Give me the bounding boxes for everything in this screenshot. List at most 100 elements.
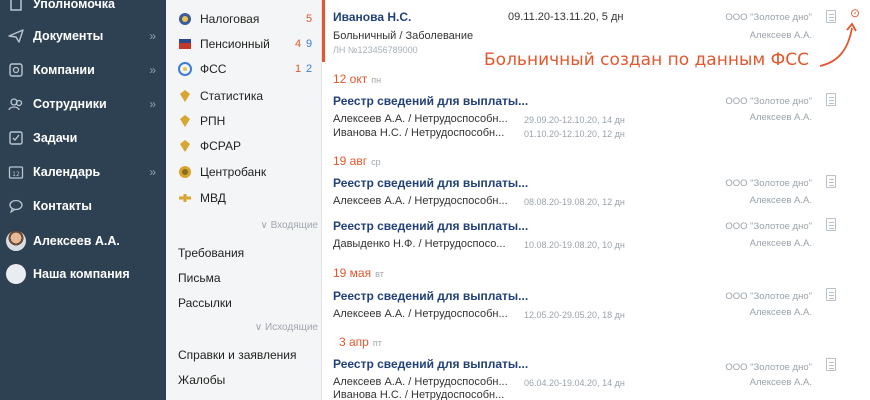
- entry-line: Алексеев А.А. / Нетрудоспособн...: [333, 308, 508, 320]
- sidebar-item-label: Сотрудники: [33, 97, 107, 111]
- section-label: Входящие: [270, 220, 318, 231]
- responsible-person: Алексеев А.А.: [749, 307, 812, 318]
- date-header: 3 апр пт: [339, 335, 382, 349]
- weekday-label: пт: [372, 338, 382, 348]
- document-list: Иванова Н.С. 09.11.20-13.11.20, 5 дн Бол…: [322, 0, 870, 400]
- date-label: 19 авг: [333, 154, 368, 168]
- entry-period: 08.08.20-19.08.20, 12 дн: [524, 197, 625, 207]
- sidebar-item-calendar[interactable]: 12 Календарь »: [0, 160, 166, 184]
- responsible-person: Алексеев А.А.: [749, 112, 812, 123]
- org-item-centrobank[interactable]: Центробанк: [178, 162, 318, 182]
- total-count: 9: [306, 38, 313, 50]
- org-label: Пенсионный: [200, 37, 270, 51]
- entry-period: 29.09.20-12.10.20, 14 дн: [524, 115, 625, 125]
- unread-count: 1: [295, 63, 302, 75]
- chevron-right-icon[interactable]: »: [149, 165, 156, 179]
- unread-count: 5: [306, 13, 313, 25]
- rpn-emblem-icon: [178, 114, 192, 128]
- link-letters[interactable]: Письма: [178, 271, 221, 285]
- sidebar-item-label: Контакты: [33, 199, 92, 213]
- entry-line: Давыденко Н.Ф. / Нетрудоспосо...: [333, 238, 506, 250]
- entry-line: Алексеев А.А. / Нетрудоспособн...: [333, 195, 508, 207]
- document-icon[interactable]: [826, 218, 836, 231]
- sidebar-item-contacts[interactable]: Контакты: [0, 194, 166, 218]
- sidebar-item-label: Календарь: [33, 165, 101, 179]
- company-avatar: [6, 264, 26, 284]
- annotation-arrow-icon: [819, 22, 857, 67]
- unread-count: 4: [295, 38, 302, 50]
- entry-period: 01.10.20-12.10.20, 12 дн: [524, 129, 625, 139]
- company-name: ООО "Золотое дно": [725, 96, 812, 107]
- company-name: ООО "Золотое дно": [725, 291, 812, 302]
- sidebar-item-user[interactable]: Алексеев А.А.: [0, 229, 166, 253]
- weekday-label: пн: [371, 75, 382, 85]
- date-label: 3 апр: [339, 335, 369, 349]
- svg-text:12: 12: [12, 171, 20, 178]
- document-icon[interactable]: [826, 358, 836, 371]
- chevron-right-icon[interactable]: »: [149, 29, 156, 43]
- company-name: ООО "Золотое дно": [725, 12, 812, 23]
- org-item-mvd[interactable]: МВД: [178, 188, 318, 208]
- calendar-icon: 12: [7, 163, 25, 181]
- people-icon: [7, 95, 25, 113]
- chevron-right-icon[interactable]: »: [149, 97, 156, 111]
- org-label: РПН: [200, 114, 226, 128]
- entry-title[interactable]: Реестр сведений для выплаты...: [333, 176, 528, 190]
- sidebar-item-our-company[interactable]: Наша компания: [0, 262, 166, 286]
- pension-emblem-icon: [178, 37, 192, 51]
- sidebar-item-companies[interactable]: Компании »: [0, 58, 166, 82]
- sidebar-item-tasks[interactable]: Задачи: [0, 126, 166, 150]
- org-item-tax[interactable]: Налоговая 5: [178, 9, 318, 29]
- entry-title[interactable]: Реестр сведений для выплаты...: [333, 219, 528, 233]
- org-item-rpn[interactable]: РПН: [178, 111, 318, 131]
- section-toggle-incoming[interactable]: ∨ Входящие: [226, 220, 318, 231]
- annotation-callout: Больничный создан по данным ФСС: [484, 50, 809, 70]
- org-label: ФСРАР: [200, 139, 241, 153]
- chat-icon: [7, 197, 25, 215]
- document-icon[interactable]: [826, 93, 836, 106]
- document-icon[interactable]: [826, 175, 836, 188]
- employee-name[interactable]: Иванова Н.С.: [333, 10, 411, 24]
- responsible-person: Алексеев А.А.: [749, 377, 812, 388]
- section-toggle-outgoing[interactable]: ∨ Исходящие: [226, 322, 318, 333]
- sidebar-item-power-of-attorney[interactable]: Уполномочка: [0, 0, 166, 16]
- company-name: ООО "Золотое дно": [725, 178, 812, 189]
- responsible-person: Алексеев А.А.: [749, 195, 812, 206]
- weekday-label: вт: [375, 269, 384, 279]
- company-icon: [7, 61, 25, 79]
- org-item-pension[interactable]: Пенсионный 4 9: [178, 34, 318, 54]
- weekday-label: ср: [371, 157, 381, 167]
- org-item-fss[interactable]: ФСС 1 2: [178, 59, 318, 79]
- document-number: ЛН №123456789000: [333, 45, 418, 55]
- date-label: 19 мая: [333, 266, 372, 280]
- selected-indicator: [322, 0, 325, 62]
- sidebar-item-documents[interactable]: Документы »: [0, 24, 166, 48]
- document-type: Больничный / Заболевание: [333, 30, 474, 42]
- sidebar-item-label: Документы: [33, 29, 104, 43]
- sidebar-item-employees[interactable]: Сотрудники »: [0, 92, 166, 116]
- authorities-panel: Налоговая 5 Пенсионный 4 9 ФСС 1 2 Стати…: [166, 0, 322, 400]
- entry-title[interactable]: Реестр сведений для выплаты...: [333, 289, 528, 303]
- avatar: [6, 231, 26, 251]
- total-count: 2: [306, 63, 313, 75]
- section-label: Исходящие: [264, 322, 318, 333]
- entry-title[interactable]: Реестр сведений для выплаты...: [333, 357, 528, 371]
- link-certificates[interactable]: Справки и заявления: [178, 348, 297, 362]
- stats-emblem-icon: [178, 89, 192, 103]
- document-icon[interactable]: [826, 288, 836, 301]
- link-requirements[interactable]: Требования: [178, 246, 244, 260]
- link-mailings[interactable]: Рассылки: [178, 296, 232, 310]
- chevron-down-icon: ∨: [254, 322, 265, 333]
- checkbox-icon: [7, 129, 25, 147]
- link-complaints[interactable]: Жалобы: [178, 373, 225, 387]
- fss-emblem-icon: [178, 62, 192, 76]
- entry-title[interactable]: Реестр сведений для выплаты...: [333, 94, 528, 108]
- sidebar-item-label: Уполномочка: [33, 0, 116, 11]
- period: 09.11.20-13.11.20, 5 дн: [508, 11, 624, 23]
- company-name: ООО "Золотое дно": [725, 362, 812, 373]
- chevron-right-icon[interactable]: »: [149, 63, 156, 77]
- org-item-statistics[interactable]: Статистика: [178, 86, 318, 106]
- sidebar-item-label: Задачи: [33, 131, 78, 145]
- sidebar-item-label: Компании: [33, 63, 95, 77]
- org-item-fsrar[interactable]: ФСРАР: [178, 136, 318, 156]
